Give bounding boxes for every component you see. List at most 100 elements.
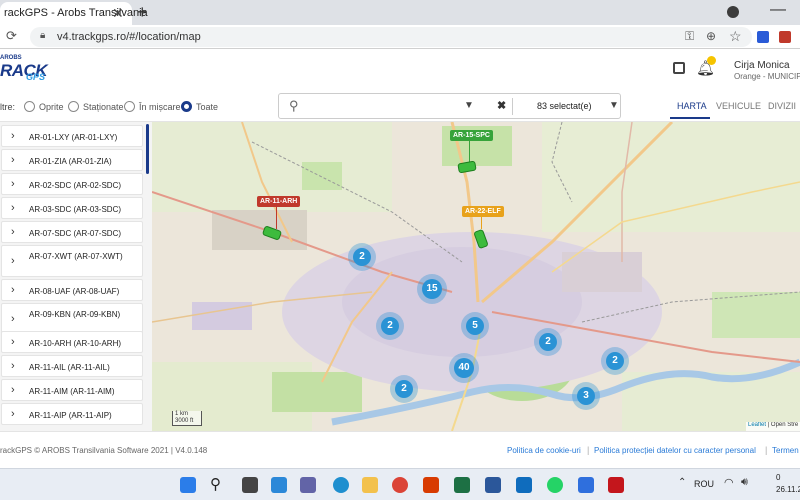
fullscreen-icon[interactable] [673, 62, 685, 74]
vehicle-cluster[interactable]: 2 [395, 380, 413, 398]
vehicle-label: AR-11-AIL (AR-11-AIL) [29, 363, 110, 372]
vehicle-cluster[interactable]: 2 [606, 352, 624, 370]
vehicle-search-box[interactable]: ⚲ ▼ ✖ 83 selectat(e) ▼ [278, 93, 621, 119]
radio-label-toate[interactable]: Toate [196, 102, 218, 112]
chevron-right-icon[interactable]: › [11, 130, 15, 142]
new-tab-icon[interactable]: + [137, 2, 148, 23]
radio-toate[interactable] [181, 101, 192, 112]
map-view[interactable]: AR-15-SPC AR-11-ARH AR-22-ELF 2 15 2 5 2… [152, 122, 800, 431]
search-icon[interactable]: ⚲ [210, 475, 221, 493]
bookmark-star-icon[interactable]: ☆ [729, 28, 742, 45]
vehicle-marker-label[interactable]: AR-15-SPC [450, 130, 493, 141]
reload-icon[interactable]: ⟳ [6, 28, 17, 44]
radio-label-in-miscare[interactable]: În mișcare [139, 102, 181, 112]
clock-date[interactable]: 26.11.2 [776, 485, 800, 494]
chevron-down-icon[interactable]: ▼ [609, 100, 619, 111]
footer-separator: | [765, 445, 768, 455]
extension-icon[interactable] [779, 31, 791, 43]
chevron-right-icon[interactable]: › [11, 202, 15, 214]
radio-stationate[interactable] [68, 101, 79, 112]
tab-vehicule[interactable]: VEHICULE [716, 101, 761, 111]
list-item[interactable]: › AR-07-XWT (AR-07-XWT) [1, 245, 143, 277]
radio-oprite[interactable] [24, 101, 35, 112]
vehicle-cluster[interactable]: 15 [422, 279, 442, 299]
clock-time[interactable]: 0 [776, 473, 780, 482]
chevron-right-icon[interactable]: › [11, 408, 15, 420]
vehicle-cluster[interactable]: 2 [381, 317, 399, 335]
vehicle-list[interactable]: › AR-01-LXY (AR-01-LXY) › AR-01-ZIA (AR-… [0, 122, 152, 431]
chevron-right-icon[interactable]: › [11, 284, 15, 296]
list-item[interactable]: › AR-11-AIL (AR-11-AIL) [1, 355, 143, 377]
copyright-text: rackGPS © AROBS Transilvania Software 20… [0, 446, 169, 455]
chevron-right-icon[interactable]: › [11, 313, 15, 325]
file-explorer-icon[interactable] [362, 477, 378, 493]
tab-harta[interactable]: HARTA [677, 101, 707, 111]
chevron-right-icon[interactable]: › [11, 336, 15, 348]
key-icon[interactable]: ⚿ [685, 29, 694, 44]
chevron-down-icon[interactable]: ▼ [464, 100, 474, 111]
leaflet-link[interactable]: Leaflet [748, 422, 766, 428]
list-item[interactable]: › AR-11-AIP (AR-11-AIP) [1, 403, 143, 425]
office-icon[interactable] [423, 477, 439, 493]
privacy-policy-link[interactable]: Politica protecției datelor cu caracter … [594, 446, 756, 455]
list-item[interactable]: › AR-10-ARH (AR-10-ARH) [1, 331, 143, 353]
list-item[interactable]: › AR-08-UAF (AR-08-UAF) [1, 279, 143, 301]
radio-label-stationate[interactable]: Staționate [83, 102, 124, 112]
list-item[interactable]: › AR-11-AIM (AR-11-AIM) [1, 379, 143, 401]
url-text[interactable]: v4.trackgps.ro/#/location/map [57, 31, 201, 43]
teams-icon[interactable] [300, 477, 316, 493]
map-attribution: Leaflet | Open Stre [746, 422, 800, 431]
list-scrollbar[interactable] [146, 124, 149, 174]
volume-icon[interactable]: 🔊︎ [741, 476, 748, 489]
language-indicator[interactable]: ROU [694, 479, 714, 489]
vehicle-cluster[interactable]: 3 [577, 387, 595, 405]
address-bar[interactable]: 🔒︎ v4.trackgps.ro/#/location/map ⚿ ⊕ ☆ [30, 27, 752, 47]
list-item[interactable]: › AR-01-ZIA (AR-01-ZIA) [1, 149, 143, 171]
chevron-up-icon[interactable]: ⌃ [678, 477, 686, 488]
start-icon[interactable] [180, 477, 196, 493]
radio-in-miscare[interactable] [124, 101, 135, 112]
browser-tab[interactable]: rackGPS - Arobs Transilvania ✕ [0, 2, 148, 25]
chevron-right-icon[interactable]: › [11, 226, 15, 238]
vehicle-cluster[interactable]: 2 [539, 333, 557, 351]
profile-icon[interactable] [727, 6, 739, 18]
list-item[interactable]: › AR-02-SDC (AR-02-SDC) [1, 173, 143, 195]
tab-divizii[interactable]: DIVIZII [768, 101, 796, 111]
lock-icon[interactable]: 🔒︎ [40, 30, 45, 41]
vehicle-marker-label[interactable]: AR-11-ARH [257, 196, 301, 207]
wifi-icon[interactable]: ◠ [724, 476, 734, 489]
chevron-right-icon[interactable]: › [11, 384, 15, 396]
zoom-icon[interactable]: ⊕ [706, 29, 716, 43]
task-view-icon[interactable] [242, 477, 258, 493]
list-item[interactable]: › AR-07-SDC (AR-07-SDC) [1, 221, 143, 243]
widgets-icon[interactable] [271, 477, 287, 493]
user-name[interactable]: Cirja Monica [734, 60, 790, 71]
chevron-right-icon[interactable]: › [11, 360, 15, 372]
os-taskbar: ⚲ ⌃ ROU ◠ 🔊︎ 0 26.11.2 [0, 468, 800, 500]
vehicle-cluster[interactable]: 5 [466, 317, 484, 335]
terms-link[interactable]: Termen [772, 446, 799, 455]
outlook-icon[interactable] [516, 477, 532, 493]
minimize-icon[interactable]: — [770, 1, 786, 19]
chevron-right-icon[interactable]: › [11, 255, 15, 267]
list-item[interactable]: › AR-01-LXY (AR-01-LXY) [1, 125, 143, 147]
vehicle-marker-label[interactable]: AR-22-ELF [462, 206, 504, 217]
vehicle-cluster[interactable]: 40 [454, 358, 474, 378]
radio-label-oprite[interactable]: Oprite [39, 102, 64, 112]
selected-count[interactable]: 83 selectat(e) [537, 101, 592, 111]
list-item[interactable]: › AR-03-SDC (AR-03-SDC) [1, 197, 143, 219]
tab-close-icon[interactable]: ✕ [112, 5, 124, 22]
edge-icon[interactable] [333, 477, 349, 493]
chrome-icon[interactable] [392, 477, 408, 493]
excel-icon[interactable] [454, 477, 470, 493]
word-icon[interactable] [485, 477, 501, 493]
chevron-right-icon[interactable]: › [11, 154, 15, 166]
whatsapp-icon[interactable] [547, 477, 563, 493]
clear-icon[interactable]: ✖ [497, 99, 506, 112]
vehicle-cluster[interactable]: 2 [353, 248, 371, 266]
extension-icon[interactable] [757, 31, 769, 43]
chevron-right-icon[interactable]: › [11, 178, 15, 190]
todo-icon[interactable] [578, 477, 594, 493]
acrobat-icon[interactable] [608, 477, 624, 493]
cookie-policy-link[interactable]: Politica de cookie-uri [507, 446, 581, 455]
